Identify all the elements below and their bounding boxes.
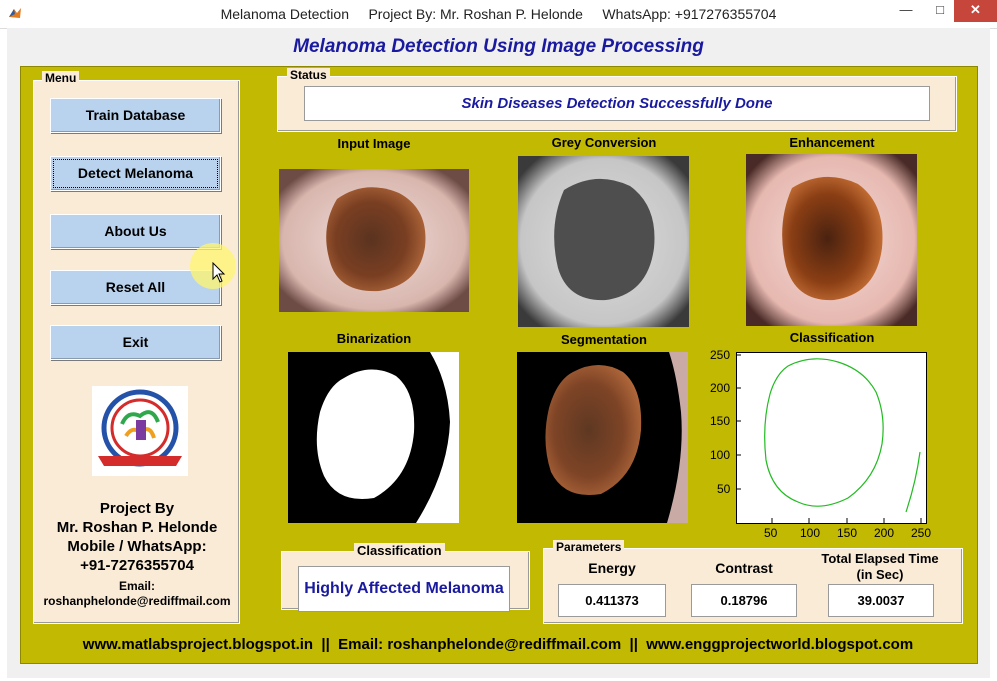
elapsed-time-label: Total Elapsed Time xyxy=(821,551,939,566)
grey-conversion-image xyxy=(518,156,689,327)
credit-mobile-label: Mobile / WhatsApp: xyxy=(67,538,207,555)
enhancement-label: Enhancement xyxy=(789,135,875,150)
page-title: Melanoma Detection Using Image Processin… xyxy=(293,36,704,57)
elapsed-time-value: 39.0037 xyxy=(828,584,934,617)
segmentation-label: Segmentation xyxy=(561,332,647,347)
x-tick-label: 150 xyxy=(837,526,858,540)
x-tick-label: 200 xyxy=(874,526,895,540)
binarization-label: Binarization xyxy=(336,331,412,346)
credit-email-label: Email: xyxy=(118,579,155,593)
title-bar: Melanoma Detection Project By: Mr. Rosha… xyxy=(0,0,997,29)
y-tick-label: 200 xyxy=(710,381,731,395)
project-logo xyxy=(92,386,188,476)
status-title: Status xyxy=(287,68,330,82)
credit-mobile-number: +91-7276355704 xyxy=(80,557,194,574)
credit-email: roshanphelonde@rediffmail.com xyxy=(43,594,231,608)
input-image-label: Input Image xyxy=(337,136,411,151)
grey-conversion-label: Grey Conversion xyxy=(551,135,657,150)
contrast-label: Contrast xyxy=(715,560,773,576)
menu-title: Menu xyxy=(42,71,80,85)
x-tick-label: 100 xyxy=(800,526,821,540)
mouse-pointer-icon xyxy=(212,262,226,283)
detect-melanoma-button[interactable]: Detect Melanoma xyxy=(50,156,221,191)
input-image xyxy=(279,169,469,312)
maximize-button[interactable]: □ xyxy=(926,0,954,22)
energy-label: Energy xyxy=(588,560,636,576)
x-tick-label: 250 xyxy=(911,526,932,540)
close-button[interactable]: ✕ xyxy=(954,0,997,22)
classification-plot xyxy=(736,352,927,524)
classification-result: Highly Affected Melanoma xyxy=(298,566,510,612)
y-tick-label: 100 xyxy=(710,448,731,462)
train-database-button[interactable]: Train Database xyxy=(50,98,221,133)
segmentation-image xyxy=(517,352,688,523)
classification-title: Classification xyxy=(354,543,445,558)
status-message: Skin Diseases Detection Successfully Don… xyxy=(304,86,930,121)
y-tick-label: 150 xyxy=(710,414,731,428)
y-tick-label: 50 xyxy=(717,482,731,496)
credit-author: Mr. Roshan P. Helonde xyxy=(56,519,218,536)
y-tick-label: 250 xyxy=(710,348,731,362)
contrast-value: 0.18796 xyxy=(691,584,797,617)
elapsed-time-unit-label: (in Sec) xyxy=(856,567,904,582)
enhancement-image xyxy=(746,154,917,326)
x-tick-label: 50 xyxy=(764,526,778,540)
energy-value: 0.411373 xyxy=(558,584,666,617)
exit-button[interactable]: Exit xyxy=(50,325,221,360)
binarization-image xyxy=(288,352,459,523)
classification-plot-label: Classification xyxy=(789,330,875,345)
parameters-title: Parameters xyxy=(553,540,625,554)
window-title: Melanoma Detection Project By: Mr. Rosha… xyxy=(220,6,777,22)
credit-project-by: Project By xyxy=(99,500,175,517)
about-us-button[interactable]: About Us xyxy=(50,214,221,249)
minimize-button[interactable]: — xyxy=(886,0,926,22)
footer-links: www.matlabsproject.blogspot.in || Email:… xyxy=(82,636,914,653)
